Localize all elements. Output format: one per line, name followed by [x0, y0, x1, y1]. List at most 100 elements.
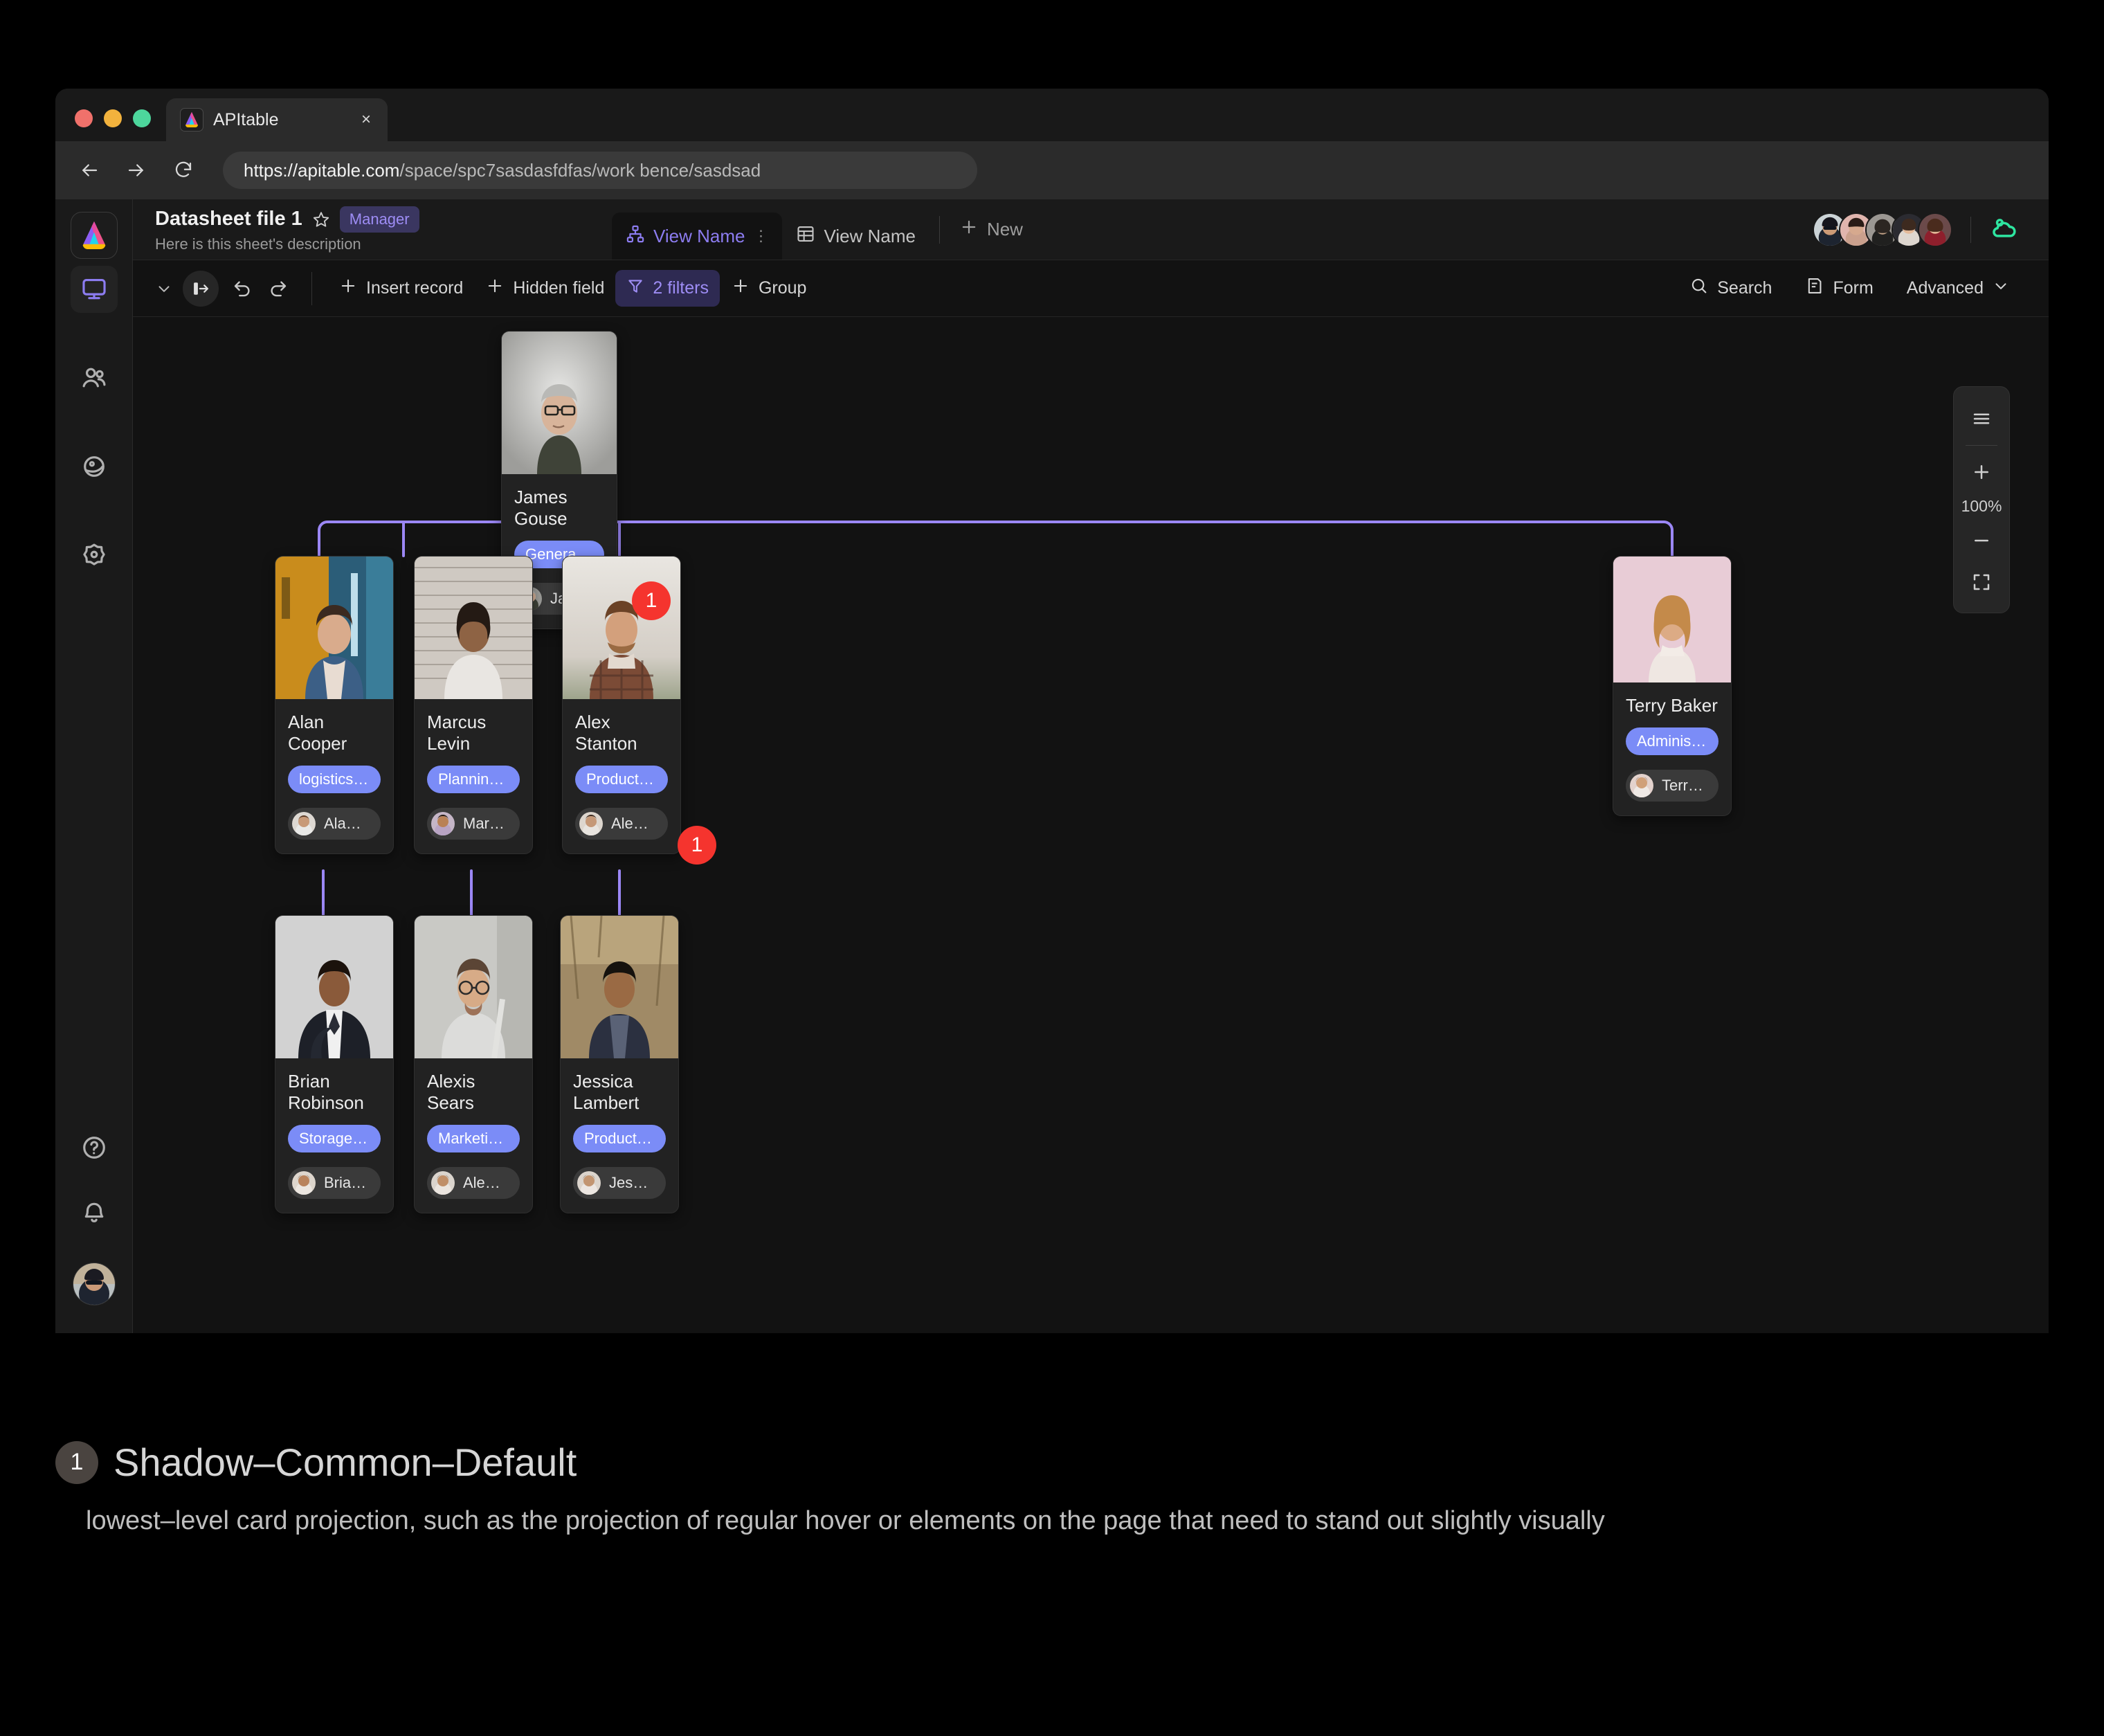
node-role-chip[interactable]: Production departm... — [573, 1125, 666, 1152]
minimize-window-button[interactable] — [104, 109, 122, 127]
node-photo — [415, 557, 532, 699]
sidebar-item-space[interactable] — [71, 443, 118, 490]
node-body: Alan Cooper logistics center Alan Cooper — [275, 699, 393, 853]
node-role-chip[interactable]: Administration — [1626, 727, 1718, 755]
bell-icon[interactable] — [71, 1189, 118, 1236]
undo-icon[interactable] — [224, 271, 260, 307]
node-member[interactable]: Alexis Sears — [427, 1167, 520, 1199]
org-node-card[interactable]: Alan Cooper logistics center Alan Cooper — [275, 556, 394, 854]
annotation-caption: 1 Shadow–Common–Default lowest–level car… — [55, 1440, 1993, 1539]
node-member[interactable]: Alex Stanton — [575, 808, 668, 840]
app-header: Datasheet file 1 Manager Here is this sh… — [133, 199, 2049, 260]
tab-grid-view[interactable]: View Name — [782, 213, 929, 260]
toolbar-chevron-down-icon[interactable] — [145, 280, 183, 298]
forward-arrow-icon[interactable] — [122, 156, 151, 185]
org-node-card[interactable]: Alexis Sears Marketing department Alexis… — [414, 915, 533, 1213]
tab-org-chart-view[interactable]: View Name ⋮ — [612, 213, 783, 260]
add-view-button[interactable]: New — [950, 217, 1033, 242]
plus-icon — [338, 276, 358, 300]
insert-record-button[interactable]: Insert record — [327, 269, 474, 307]
node-role-chip[interactable]: logistics center — [288, 766, 381, 793]
star-icon[interactable] — [312, 210, 330, 228]
node-member[interactable]: Jessica Lambert — [573, 1167, 666, 1199]
close-window-button[interactable] — [75, 109, 93, 127]
node-role-chip[interactable]: Storage Department — [288, 1125, 381, 1152]
url-input[interactable]: https://apitable.com/space/spc7sasdasfdf… — [223, 152, 977, 189]
grid-icon — [796, 224, 815, 248]
node-name: Marcus Levin — [427, 712, 487, 754]
node-photo — [275, 916, 393, 1058]
member-avatar — [1630, 774, 1653, 797]
search-button[interactable]: Search — [1678, 269, 1783, 307]
maximize-window-button[interactable] — [133, 109, 151, 127]
header-right — [1813, 199, 2049, 260]
toolbar: Insert record Hidden field 2 filters Gro… — [133, 260, 2049, 317]
node-body: Marcus Levin Planning Center Marcus Levi… — [415, 699, 532, 853]
node-photo — [563, 557, 680, 699]
help-icon[interactable] — [71, 1124, 118, 1171]
collapse-panel-icon[interactable] — [183, 270, 219, 307]
header-divider — [1970, 216, 1971, 243]
node-member[interactable]: Terry Baker — [1626, 770, 1718, 802]
group-label: Group — [758, 278, 807, 298]
close-icon[interactable]: × — [357, 109, 375, 131]
org-node-card[interactable]: Marcus Levin Planning Center Marcus Levi… — [414, 556, 533, 854]
back-arrow-icon[interactable] — [75, 156, 104, 185]
annotation-badge: 1 — [678, 826, 716, 865]
node-body: Jessica Lambert Production departm... Je… — [561, 1058, 678, 1213]
sidebar-item-settings[interactable] — [71, 532, 118, 579]
filter-icon — [626, 277, 644, 300]
browser-tab[interactable]: APItable × — [166, 98, 388, 141]
window-traffic-lights — [55, 109, 166, 141]
org-node-card[interactable]: Jessica Lambert Production departm... Je… — [560, 915, 679, 1213]
member-avatar — [579, 812, 603, 835]
redo-icon[interactable] — [260, 271, 296, 307]
tab-menu-icon[interactable]: ⋮ — [753, 228, 768, 244]
node-photo — [415, 916, 532, 1058]
filters-button[interactable]: 2 filters — [615, 270, 720, 307]
sidebar-item-contacts[interactable] — [71, 354, 118, 401]
node-member[interactable]: Marcus Levin — [427, 808, 520, 840]
hidden-field-button[interactable]: Hidden field — [474, 269, 615, 307]
caption-title: Shadow–Common–Default — [114, 1440, 577, 1484]
member-avatar — [292, 1171, 316, 1195]
node-role-chip[interactable]: Marketing department — [427, 1125, 520, 1152]
advanced-label: Advanced — [1906, 278, 1984, 298]
node-role-chip[interactable]: Production Manage... — [575, 766, 668, 793]
node-photo — [275, 557, 393, 699]
user-avatar[interactable] — [72, 1263, 116, 1305]
browser-window: APItable × https://apitable.com/space/sp… — [55, 89, 2049, 1333]
node-name: James Gouse — [514, 487, 568, 529]
member-name: Terry Baker — [1662, 777, 1706, 794]
node-role-chip[interactable]: Planning Center — [427, 766, 520, 793]
add-view-label: New — [986, 219, 1023, 239]
node-name: Alan Cooper — [288, 712, 347, 754]
advanced-button[interactable]: Advanced — [1896, 270, 2021, 307]
node-member[interactable]: Brian Robinson — [288, 1167, 381, 1199]
org-node-card[interactable]: Brian Robinson Storage Department Brian … — [275, 915, 394, 1213]
sidebar-item-workbench[interactable] — [70, 266, 118, 313]
cloud-saved-icon[interactable] — [1989, 213, 2020, 246]
sheet-meta: Datasheet file 1 Manager Here is this sh… — [155, 199, 612, 260]
avatar[interactable] — [1918, 212, 1952, 247]
org-chart-canvas[interactable]: 100% James Gouse General Ma Ja 1 Alan Co… — [133, 317, 2049, 1333]
group-button[interactable]: Group — [720, 269, 817, 307]
member-name: Alex Stanton — [611, 815, 655, 832]
org-chart: James Gouse General Manager James Gouse … — [133, 317, 2049, 1333]
node-body: Alexis Sears Marketing department Alexis… — [415, 1058, 532, 1213]
rail-bottom-group — [71, 1124, 118, 1333]
org-node-card[interactable]: Terry Baker Administration Terry Baker — [1613, 556, 1732, 816]
reload-icon[interactable] — [169, 156, 198, 185]
caption-body: lowest–level card projection, such as th… — [86, 1506, 1605, 1535]
form-label: Form — [1833, 278, 1874, 298]
form-button[interactable]: Form — [1794, 269, 1884, 307]
member-name: Alan Cooper — [324, 815, 368, 832]
role-badge[interactable]: Manager — [339, 206, 419, 233]
member-avatar — [431, 1171, 455, 1195]
member-name: Marcus Levin — [463, 815, 507, 832]
node-member[interactable]: Alan Cooper — [288, 808, 381, 840]
member-name: Jessica Lambert — [609, 1174, 653, 1191]
node-name: Terry Baker — [1626, 695, 1718, 716]
view-tab-divider — [938, 215, 940, 244]
apitable-brand-logo-icon[interactable] — [71, 212, 118, 259]
